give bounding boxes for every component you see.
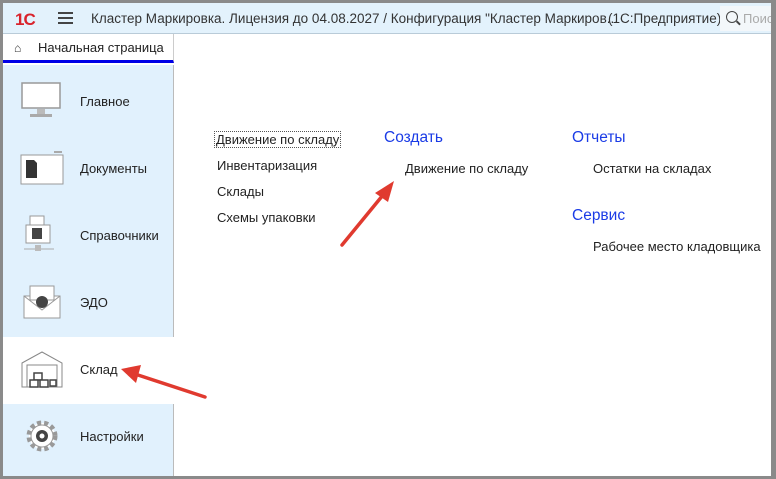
red-arrow-warehouse [121,365,207,399]
red-arrow-create [340,181,394,247]
annotation-arrows [121,181,394,399]
app-window: 1С Кластер Маркировка. Лицензия до 04.08… [3,3,771,476]
